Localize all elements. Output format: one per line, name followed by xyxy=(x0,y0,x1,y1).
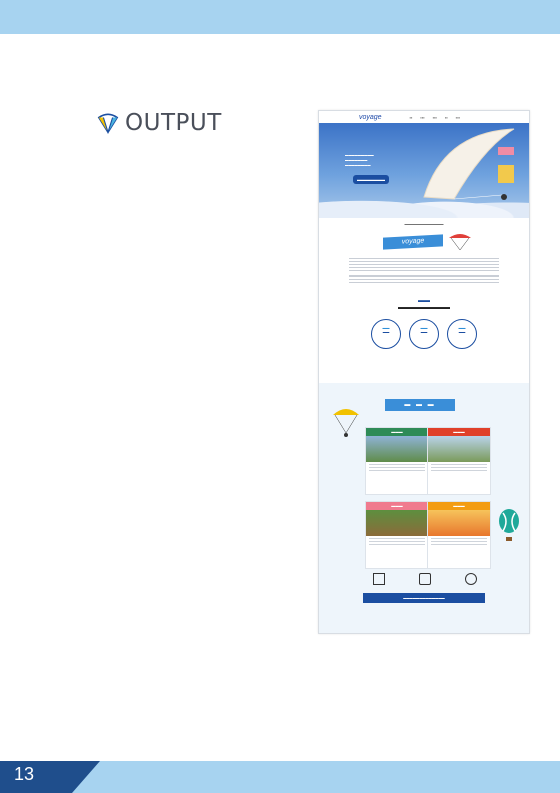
mockup-nav: voyage ▪▪ ▪▪▪ ▪▪▪ ▪▪ ▪▪▪ xyxy=(359,113,461,121)
bottom-band xyxy=(0,761,560,793)
output-title: OUTPUT xyxy=(125,110,222,136)
mockup-question: ▬▬ ▬▬▬▬▬▬▬▬ xyxy=(398,298,450,311)
parachute-icon xyxy=(97,113,119,134)
mockup-intro: ▬▬▬▬▬▬▬▬▬▬▬▬▬ voyage xyxy=(319,222,529,292)
mockup-points: ▬▬ ▬▬ ▬▬ ▬▬ ▬▬ ▬▬ xyxy=(319,319,529,349)
page-number: 13 xyxy=(14,764,35,784)
mockup-course-section: ▬ ▬ ▬ ▬▬▬ ▬▬▬ ▬▬▬ ▬▬▬ ▬▬▬▬▬▬▬▬▬▬▬▬▬ xyxy=(319,383,529,633)
mockup-hero: ▬▬▬▬▬▬▬▬▬ ▬▬▬▬▬▬▬ ▬▬▬▬▬▬▬▬ ▬▬▬▬▬▬▬ xyxy=(319,123,529,218)
output-heading: OUTPUT xyxy=(97,110,222,136)
top-band xyxy=(0,0,560,34)
website-mockup-image: voyage ▪▪ ▪▪▪ ▪▪▪ ▪▪ ▪▪▪ ▬▬▬▬▬▬▬▬▬ ▬▬▬▬▬▬▬ ▬▬▬… xyxy=(318,110,530,634)
